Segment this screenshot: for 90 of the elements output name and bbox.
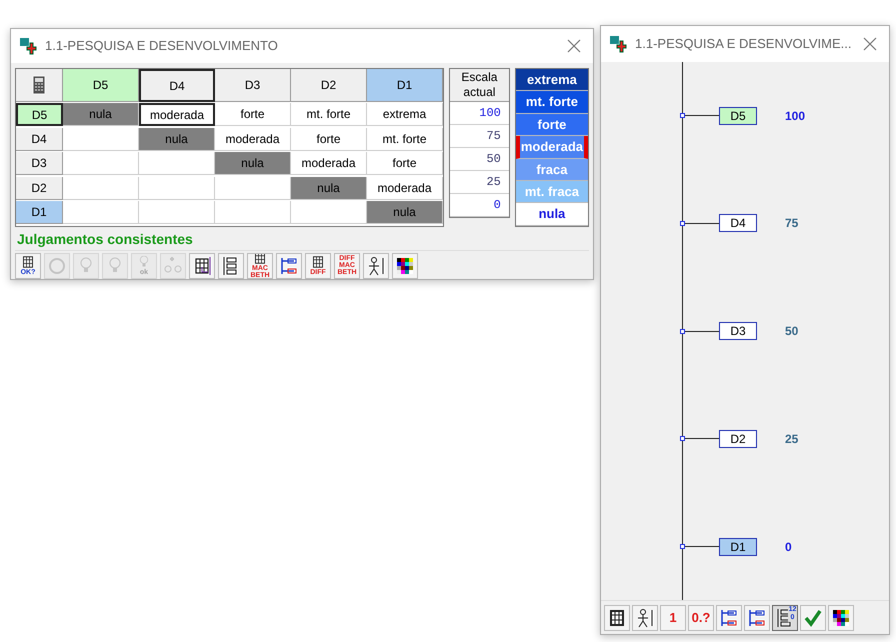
scale-node[interactable]: D5: [719, 106, 757, 124]
matrix-cell[interactable]: mt. forte: [367, 128, 443, 151]
row-header[interactable]: D3: [16, 152, 63, 176]
matrix-cell[interactable]: forte: [367, 152, 443, 176]
matrix-cell[interactable]: [63, 201, 139, 224]
matrix-cell[interactable]: moderada: [215, 128, 291, 151]
app-icon: [609, 35, 627, 53]
scale-node[interactable]: D2: [719, 430, 757, 448]
scale-marker[interactable]: [680, 544, 685, 549]
connector-line: [685, 115, 719, 116]
matrix-cell[interactable]: [139, 152, 215, 176]
close-icon[interactable]: [863, 37, 877, 51]
scale-node[interactable]: D1: [719, 538, 757, 556]
scale-value: 100: [785, 108, 806, 124]
app-icon: [19, 37, 37, 55]
scale-value: 0: [450, 194, 509, 217]
toolbar-button[interactable]: [218, 252, 244, 279]
toolbar-button[interactable]: [632, 604, 658, 630]
row-header[interactable]: D1: [16, 201, 63, 224]
matrix-cell[interactable]: [215, 176, 291, 200]
grid-icon: [254, 254, 266, 264]
column-header[interactable]: D3: [215, 69, 291, 102]
bulb-icon: [138, 256, 150, 268]
matrix-cell[interactable]: forte: [291, 128, 367, 151]
matrix-cell[interactable]: forte: [215, 103, 291, 126]
calculator-icon[interactable]: [16, 69, 63, 102]
toolbar-button[interactable]: [744, 604, 770, 630]
column-header[interactable]: D4: [139, 69, 215, 102]
connector-line: [685, 330, 719, 332]
matrix-cell[interactable]: extrema: [367, 103, 443, 126]
legend-item[interactable]: mt. forte: [516, 91, 588, 114]
scale-marker[interactable]: [680, 436, 685, 442]
scale-marker[interactable]: [680, 113, 685, 118]
scale-value: 50: [785, 323, 798, 340]
matrix-cell[interactable]: moderada: [367, 176, 443, 200]
legend-item[interactable]: moderada: [516, 136, 588, 159]
matrix-cell[interactable]: nula: [215, 152, 291, 176]
scale-node[interactable]: D3: [719, 322, 757, 340]
matrix-cell[interactable]: [139, 201, 215, 224]
window-title: 1.1-PESQUISA E DESENVOLVIME...: [635, 35, 852, 54]
matrix-cell[interactable]: mt. forte: [291, 103, 367, 126]
column-header[interactable]: D5: [63, 69, 139, 102]
connector-line: [685, 222, 719, 224]
matrix-cell[interactable]: nula: [367, 201, 443, 224]
scale-value: 25: [785, 430, 798, 448]
legend-item[interactable]: extrema: [516, 69, 588, 92]
legend-item[interactable]: nula: [516, 203, 588, 226]
scale-value: 50: [450, 148, 509, 171]
toolbar-button[interactable]: [189, 252, 215, 279]
toolbar-button[interactable]: [828, 604, 854, 630]
scale-node[interactable]: D4: [719, 214, 757, 232]
scale-value: 100: [450, 102, 509, 125]
matrix-cell[interactable]: [139, 176, 215, 200]
matrix-cell[interactable]: nula: [291, 176, 367, 200]
toolbar-button[interactable]: [392, 252, 418, 279]
matrix-cell[interactable]: moderada: [139, 103, 215, 126]
matrix-cell[interactable]: [291, 201, 367, 224]
matrix-cell[interactable]: nula: [139, 128, 215, 151]
matrix-cell[interactable]: [63, 152, 139, 176]
legend-item[interactable]: forte: [516, 114, 588, 136]
grid-icon: [22, 256, 34, 268]
scale-value: 0: [785, 538, 792, 556]
scale-value: 75: [450, 125, 509, 148]
matrix-cell[interactable]: [215, 201, 291, 224]
scale-marker[interactable]: [680, 328, 685, 334]
column-header[interactable]: D1: [367, 69, 443, 102]
matrix-cell[interactable]: [63, 128, 139, 151]
row-header[interactable]: D4: [16, 128, 63, 151]
toolbar-button[interactable]: [716, 604, 742, 630]
matrix-cell[interactable]: moderada: [291, 152, 367, 176]
connector-line: [685, 438, 719, 440]
toolbar-button[interactable]: [363, 252, 389, 279]
toolbar-button[interactable]: 0.?: [688, 604, 714, 630]
scale-marker[interactable]: [680, 220, 685, 226]
toolbar-button[interactable]: 1: [660, 604, 686, 630]
status-text: Julgamentos consistentes: [16, 230, 194, 249]
scale-value: 75: [785, 215, 798, 232]
grid-icon: [312, 256, 324, 268]
column-header[interactable]: D2: [291, 69, 367, 102]
window-title: 1.1-PESQUISA E DESENVOLVIMENTO: [45, 37, 278, 56]
toolbar-button[interactable]: [276, 252, 302, 279]
matrix-cell[interactable]: [63, 176, 139, 200]
matrix-cell[interactable]: nula: [63, 103, 139, 126]
scale-header: Escala actual: [450, 69, 509, 102]
toolbar-button[interactable]: [604, 604, 630, 630]
scale-value: 25: [450, 171, 509, 194]
connector-line: [685, 546, 719, 547]
row-header[interactable]: D5: [16, 103, 63, 126]
close-icon[interactable]: [567, 39, 581, 53]
row-header[interactable]: D2: [16, 176, 63, 200]
